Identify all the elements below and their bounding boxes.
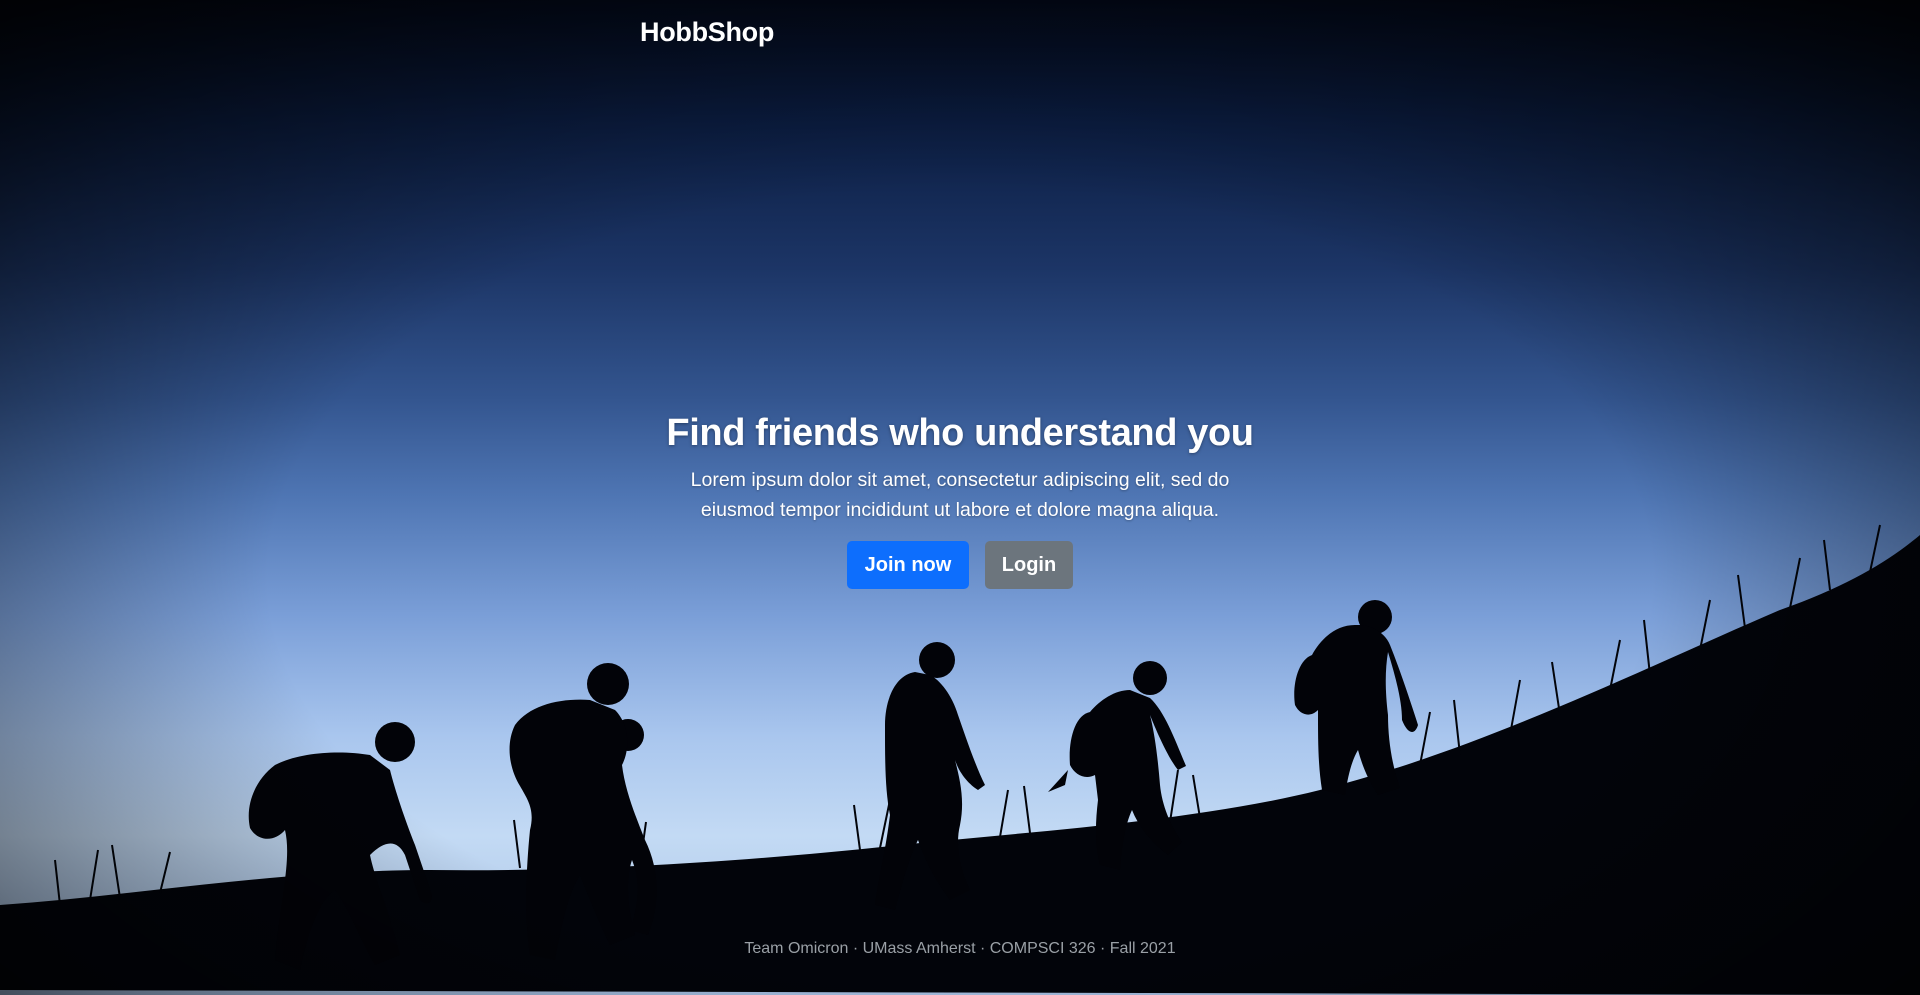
hero-description: Lorem ipsum dolor sit amet, consectetur … xyxy=(690,469,1230,521)
hero-title: Find friends who understand you xyxy=(666,412,1254,454)
brand-logo[interactable]: HobbShop xyxy=(640,17,774,48)
hero-buttons: Join now Login xyxy=(0,541,1920,589)
landing-page: HobbShop Find friends who understand you… xyxy=(0,0,1920,995)
login-button[interactable]: Login xyxy=(985,541,1073,589)
join-now-button[interactable]: Join now xyxy=(847,541,969,589)
footer-credits: Team Omicron · UMass Amherst · COMPSCI 3… xyxy=(744,940,1176,957)
hero-section: Find friends who understand you Lorem ip… xyxy=(0,405,1920,589)
